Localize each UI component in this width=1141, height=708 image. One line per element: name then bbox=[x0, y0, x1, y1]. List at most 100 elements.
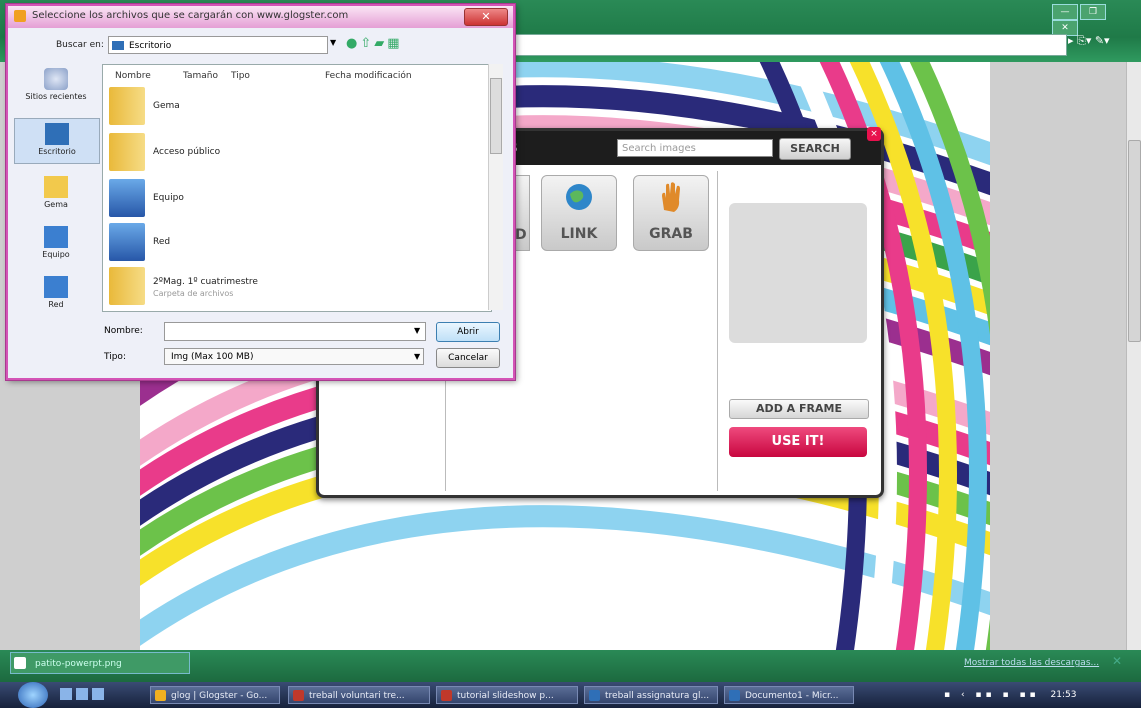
file-icon bbox=[14, 657, 26, 669]
file-name-label: Nombre: bbox=[104, 326, 143, 336]
clock: 21:53 bbox=[1050, 690, 1077, 700]
grab-tile-label: GRAB bbox=[649, 226, 693, 242]
taskbar-item[interactable]: treball voluntari tre... bbox=[288, 686, 430, 704]
list-item[interactable]: Red bbox=[109, 223, 469, 263]
place-label: Equipo bbox=[42, 250, 70, 259]
chevron-down-icon[interactable]: ▼ bbox=[330, 38, 336, 47]
divider bbox=[717, 171, 718, 491]
restore-button[interactable]: ❐ bbox=[1080, 4, 1106, 20]
upload-tile-label: D bbox=[515, 227, 527, 243]
close-icon[interactable]: ✕ bbox=[1112, 654, 1122, 668]
network-icon bbox=[109, 223, 145, 261]
recent-places-icon bbox=[44, 68, 68, 90]
list-item[interactable]: Acceso público bbox=[109, 133, 469, 173]
taskbar-item-label: treball assignatura gl... bbox=[605, 691, 710, 701]
item-subtitle: Carpeta de archivos bbox=[153, 289, 234, 298]
folder-icon bbox=[109, 133, 145, 171]
view-menu-icon[interactable]: ▦ bbox=[387, 36, 402, 51]
desktop-icon bbox=[112, 41, 124, 50]
list-item[interactable]: Equipo bbox=[109, 179, 469, 219]
file-open-dialog: Seleccione los archivos que se cargarán … bbox=[6, 4, 515, 380]
chrome-icon bbox=[155, 690, 166, 701]
column-date[interactable]: Fecha modificación bbox=[325, 71, 412, 81]
taskbar-item[interactable]: tutorial slideshow p... bbox=[436, 686, 578, 704]
chevron-down-icon[interactable]: ▼ bbox=[414, 352, 420, 361]
item-name: Red bbox=[153, 237, 171, 247]
item-name: 2ºMag. 1º cuatrimestre bbox=[153, 277, 258, 287]
grab-tile[interactable]: GRAB bbox=[633, 175, 709, 251]
file-name-input[interactable] bbox=[164, 322, 426, 341]
place-label: Sitios recientes bbox=[25, 92, 87, 101]
column-type[interactable]: Tipo bbox=[231, 71, 250, 81]
use-it-button[interactable]: USE IT! bbox=[729, 427, 867, 457]
computer-icon bbox=[109, 179, 145, 217]
place-network[interactable]: Red bbox=[14, 276, 98, 309]
explorer-icon[interactable] bbox=[76, 688, 88, 700]
back-icon[interactable]: ● bbox=[346, 36, 360, 51]
address-actions[interactable]: ▸ ⎘▾ ✎▾ bbox=[1068, 34, 1138, 54]
powerpoint-icon bbox=[441, 690, 452, 701]
place-user[interactable]: Gema bbox=[14, 176, 98, 209]
picker-close-button[interactable]: × bbox=[867, 127, 881, 141]
divider bbox=[445, 371, 446, 491]
file-type-select[interactable]: Img (Max 100 MB) bbox=[164, 348, 424, 365]
download-item[interactable]: patito-powerpt.png bbox=[10, 652, 190, 674]
page-scrollbar-thumb[interactable] bbox=[1128, 140, 1141, 342]
place-desktop[interactable]: Escritorio bbox=[14, 118, 100, 164]
network-icon bbox=[44, 276, 68, 298]
list-item[interactable]: Gema bbox=[109, 87, 469, 127]
add-frame-button[interactable]: ADD A FRAME bbox=[729, 399, 869, 419]
quick-launch bbox=[60, 688, 120, 702]
word-icon bbox=[589, 690, 600, 701]
dialog-toolbar[interactable]: ●⇧▰▦ bbox=[346, 36, 403, 51]
address-bar[interactable] bbox=[505, 34, 1067, 56]
column-size[interactable]: Tamaño bbox=[183, 71, 218, 81]
dialog-close-button[interactable]: ✕ bbox=[464, 8, 508, 26]
user-folder-icon bbox=[44, 176, 68, 198]
system-tray: ▪ ‹ ▪▪ ▪ ▪▪ 21:53 bbox=[944, 686, 1134, 704]
taskbar-item-label: tutorial slideshow p... bbox=[457, 691, 554, 701]
file-type-label: Tipo: bbox=[104, 352, 126, 362]
show-all-downloads-link[interactable]: Mostrar todas las descargas... bbox=[964, 658, 1099, 668]
place-recent[interactable]: Sitios recientes bbox=[14, 68, 98, 101]
window-controls: — ❐✕ bbox=[1052, 4, 1132, 36]
look-in-select[interactable]: Escritorio bbox=[108, 36, 328, 54]
look-in-label: Buscar en: bbox=[56, 40, 104, 50]
open-button[interactable]: Abrir bbox=[436, 322, 500, 342]
place-computer[interactable]: Equipo bbox=[14, 226, 98, 259]
dialog-title: Seleccione los archivos que se cargarán … bbox=[32, 10, 349, 21]
file-list-scrollbar-thumb[interactable] bbox=[490, 78, 502, 154]
item-name: Acceso público bbox=[153, 147, 221, 157]
start-button[interactable] bbox=[18, 682, 48, 708]
taskbar-item-label: treball voluntari tre... bbox=[309, 691, 405, 701]
cancel-button[interactable]: Cancelar bbox=[436, 348, 500, 368]
search-button[interactable]: SEARCH bbox=[779, 138, 851, 160]
new-folder-icon[interactable]: ▰ bbox=[374, 36, 387, 51]
image-search-input[interactable]: Search images bbox=[617, 139, 773, 157]
item-name: Gema bbox=[153, 101, 180, 111]
folder-icon bbox=[109, 267, 145, 305]
taskbar-item-label: Documento1 - Micr... bbox=[745, 691, 839, 701]
taskbar-item[interactable]: Documento1 - Micr... bbox=[724, 686, 854, 704]
powerpoint-icon bbox=[293, 690, 304, 701]
link-tile[interactable]: LINK bbox=[541, 175, 617, 251]
taskbar-item[interactable]: treball assignatura gl... bbox=[584, 686, 718, 704]
link-tile-label: LINK bbox=[560, 226, 598, 242]
app-icon bbox=[14, 10, 26, 22]
column-name[interactable]: Nombre bbox=[115, 71, 151, 81]
taskbar-item[interactable]: glog | Glogster - Go... bbox=[150, 686, 280, 704]
word-icon bbox=[729, 690, 740, 701]
item-name: Equipo bbox=[153, 193, 184, 203]
file-list[interactable]: Nombre Tamaño Tipo Fecha modificación Ge… bbox=[102, 64, 492, 312]
media-icon[interactable] bbox=[92, 688, 104, 700]
hand-grab-icon bbox=[662, 182, 680, 212]
minimize-button[interactable]: — bbox=[1052, 4, 1078, 20]
user-folder-icon bbox=[109, 87, 145, 125]
tray-icons[interactable]: ▪ ‹ ▪▪ ▪ ▪▪ bbox=[944, 690, 1040, 700]
places-bar: Sitios recientes Escritorio Gema Equipo … bbox=[14, 64, 100, 320]
show-desktop-icon[interactable] bbox=[60, 688, 72, 700]
up-folder-icon[interactable]: ⇧ bbox=[360, 36, 374, 51]
list-item[interactable]: 2ºMag. 1º cuatrimestre Carpeta de archiv… bbox=[109, 267, 469, 307]
chevron-down-icon[interactable]: ▼ bbox=[414, 326, 420, 335]
place-label: Red bbox=[48, 300, 64, 309]
